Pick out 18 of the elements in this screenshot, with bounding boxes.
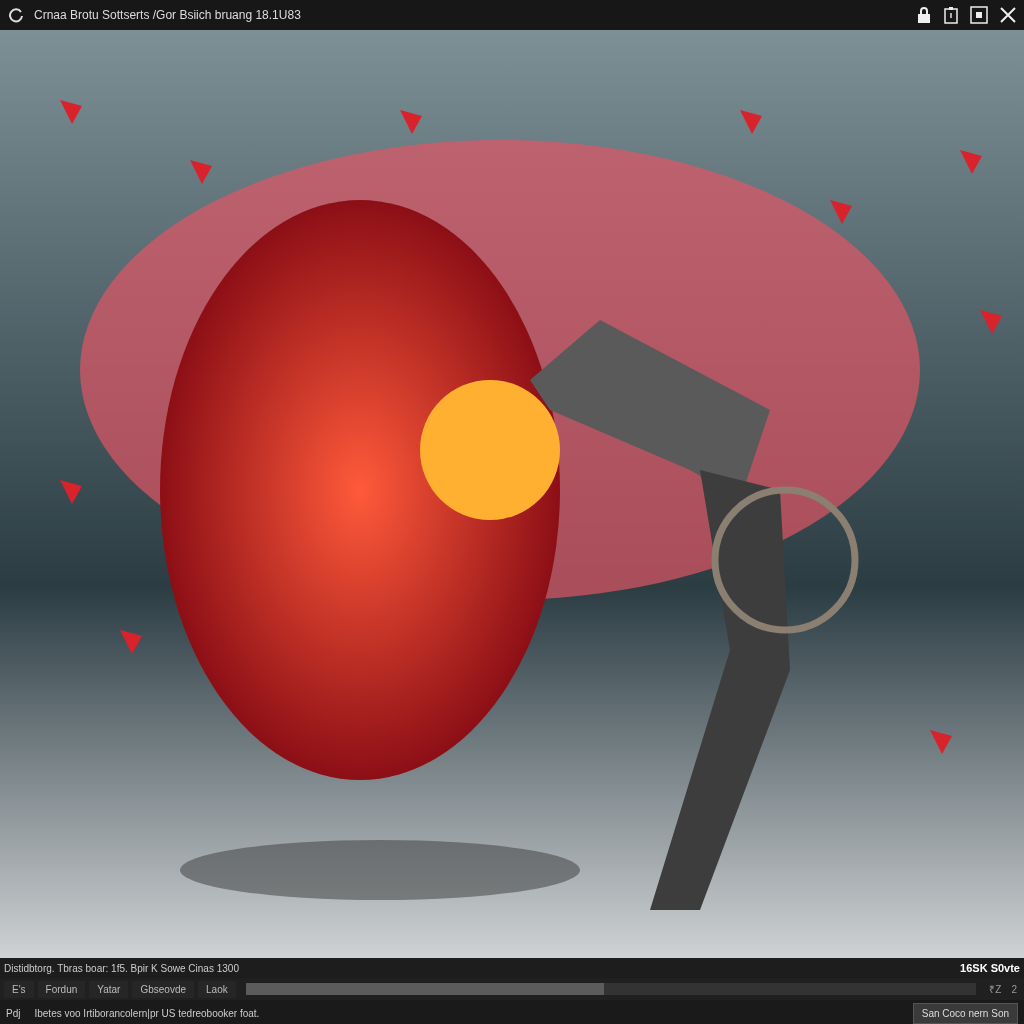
file-size: 16SK S0vte [960,962,1020,974]
toolbar-button[interactable]: Fordun [37,980,86,998]
close-icon[interactable] [1000,7,1016,23]
lock-icon[interactable] [916,7,932,23]
refresh-icon[interactable] [8,7,24,23]
counter: ₹Z [988,983,1003,996]
toolbar-button[interactable]: E's [4,980,34,998]
maximize-icon[interactable] [970,6,988,24]
toolbar-button[interactable]: Yatar [89,980,129,998]
toolbar-button[interactable]: Gbseovde [132,980,195,998]
clipboard-icon[interactable] [944,6,958,24]
footer-message: Ibetes voo Irtiborancolern|pr US tedreobooker foat. [34,1007,261,1019]
window-title: Crnaa Brotu Sottserts /Gor Bsiich bruang 18.1U83 [34,8,302,22]
counter: 2 [1010,983,1018,995]
status-text: Distidbtorg. Tbras boar: 1f5. Bpir K Sowe Cinas 1300 [4,962,239,974]
action-button[interactable]: San Coco nern Son [912,1002,1018,1024]
footer-label: Pdj [6,1007,21,1019]
toolbar-button[interactable]: Laok [198,980,236,998]
